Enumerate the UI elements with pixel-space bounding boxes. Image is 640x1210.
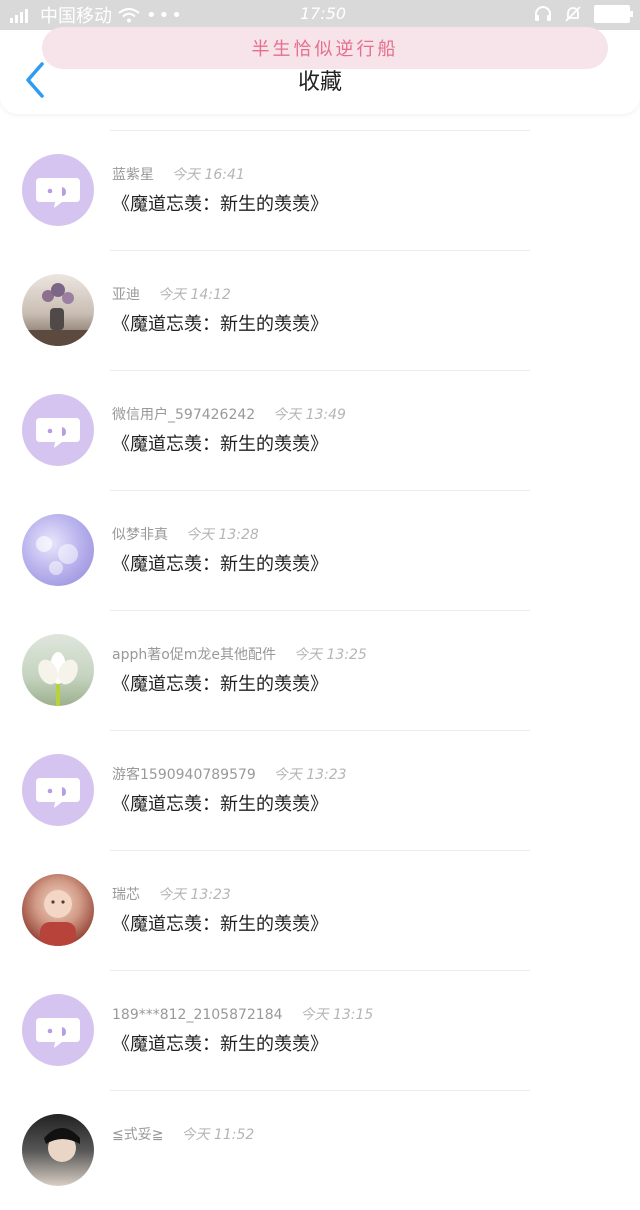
favorite-title: 《魔道忘羡：新生的羡羡》	[112, 1034, 328, 1055]
divider	[110, 610, 530, 611]
divider	[110, 850, 530, 851]
mute-bell-icon	[565, 6, 581, 22]
chat-bubble-icon	[36, 418, 80, 448]
avatar[interactable]	[22, 754, 94, 826]
page-title: 收藏	[297, 70, 342, 95]
divider	[110, 370, 530, 371]
clouds-photo-icon	[36, 536, 78, 575]
user-name: 189***812_2105872184	[112, 1007, 283, 1023]
timestamp: 今天 13:23	[158, 887, 231, 903]
favorite-title: 《魔道忘羡：新生的羡羡》	[112, 674, 328, 695]
user-name: 似梦非真	[112, 527, 168, 543]
divider	[110, 730, 530, 731]
baby-photo-icon	[40, 890, 76, 946]
divider	[110, 130, 530, 131]
timestamp: 今天 13:49	[273, 407, 346, 423]
list-item[interactable]: ≦式妥≧ 今天 11:52	[0, 1090, 640, 1210]
chat-bubble-icon	[36, 778, 80, 808]
favorite-title: 《魔道忘羡：新生的羡羡》	[112, 794, 328, 815]
status-bar: 中国移动 ••• 17:50	[0, 0, 640, 30]
timestamp: 今天 14:12	[158, 287, 231, 303]
avatar[interactable]	[22, 154, 94, 226]
divider	[110, 250, 530, 251]
chat-bubble-icon	[36, 1018, 80, 1048]
avatar[interactable]	[22, 514, 94, 586]
timestamp: 今天 16:41	[172, 167, 245, 183]
lotus-photo-icon	[38, 652, 78, 706]
user-name: 微信用户_597426242	[112, 407, 256, 423]
avatar[interactable]	[22, 874, 94, 946]
favorite-title: 《魔道忘羡：新生的羡羡》	[112, 554, 328, 575]
favorite-title: 《魔道忘羡：新生的羡羡》	[112, 314, 328, 335]
favorite-title: 《魔道忘羡：新生的羡羡》	[112, 434, 328, 455]
list-item[interactable]: 似梦非真 今天 13:28 《魔道忘羡：新生的羡羡》	[0, 490, 640, 610]
user-name: apph著o促m龙e其他配件	[112, 647, 277, 663]
list-item[interactable]: 瑞芯 今天 13:23 《魔道忘羡：新生的羡羡》	[0, 850, 640, 970]
user-name: 蓝紫星	[112, 167, 154, 183]
person-photo-icon	[44, 1128, 80, 1162]
notification-banner[interactable]: 半生恰似逆行船	[42, 27, 608, 69]
list-item[interactable]: 蓝紫星 今天 16:41 《魔道忘羡：新生的羡羡》	[0, 130, 640, 250]
chat-bubble-icon	[36, 178, 80, 208]
list-item[interactable]: apph著o促m龙e其他配件 今天 13:25 《魔道忘羡：新生的羡羡》	[0, 610, 640, 730]
divider	[110, 970, 530, 971]
banner-text: 半生恰似逆行船	[251, 39, 399, 60]
headset-icon	[535, 6, 551, 21]
timestamp: 今天 13:25	[294, 647, 367, 663]
list-item[interactable]: 189***812_2105872184 今天 13:15 《魔道忘羡：新生的羡羡…	[0, 970, 640, 1090]
vase-photo-icon	[22, 283, 94, 346]
carrier-label: 中国移动	[40, 6, 112, 27]
status-time: 17:50	[300, 4, 347, 23]
timestamp: 今天 13:28	[186, 527, 259, 543]
more-dots-icon: •••	[146, 4, 184, 26]
signal-icon	[10, 7, 34, 23]
wifi-icon	[118, 8, 140, 23]
timestamp: 今天 11:52	[181, 1127, 255, 1143]
list-item[interactable]: 微信用户_597426242 今天 13:49 《魔道忘羡：新生的羡羡》	[0, 370, 640, 490]
avatar[interactable]	[22, 394, 94, 466]
list-item[interactable]: 亚迪 今天 14:12 《魔道忘羡：新生的羡羡》	[0, 250, 640, 370]
timestamp: 今天 13:15	[300, 1007, 374, 1023]
divider	[110, 490, 530, 491]
list-item[interactable]: 游客1590940789579 今天 13:23 《魔道忘羡：新生的羡羡》	[0, 730, 640, 850]
divider	[110, 1090, 530, 1091]
battery-icon	[594, 5, 633, 23]
favorites-list: 蓝紫星 今天 16:41 《魔道忘羡：新生的羡羡》 亚迪 今天 14:12 《魔道忘…	[0, 130, 640, 1210]
timestamp: 今天 13:23	[273, 767, 347, 783]
user-name: ≦式妥≧	[112, 1127, 164, 1143]
favorite-title: 《魔道忘羡：新生的羡羡》	[112, 194, 328, 215]
avatar[interactable]	[22, 274, 94, 346]
avatar[interactable]	[22, 1114, 94, 1186]
user-name: 游客1590940789579	[112, 767, 256, 783]
favorite-title: 《魔道忘羡：新生的羡羡》	[112, 914, 328, 935]
user-name: 瑞芯	[112, 887, 140, 903]
avatar[interactable]	[22, 994, 94, 1066]
user-name: 亚迪	[112, 287, 140, 303]
avatar[interactable]	[22, 634, 94, 706]
